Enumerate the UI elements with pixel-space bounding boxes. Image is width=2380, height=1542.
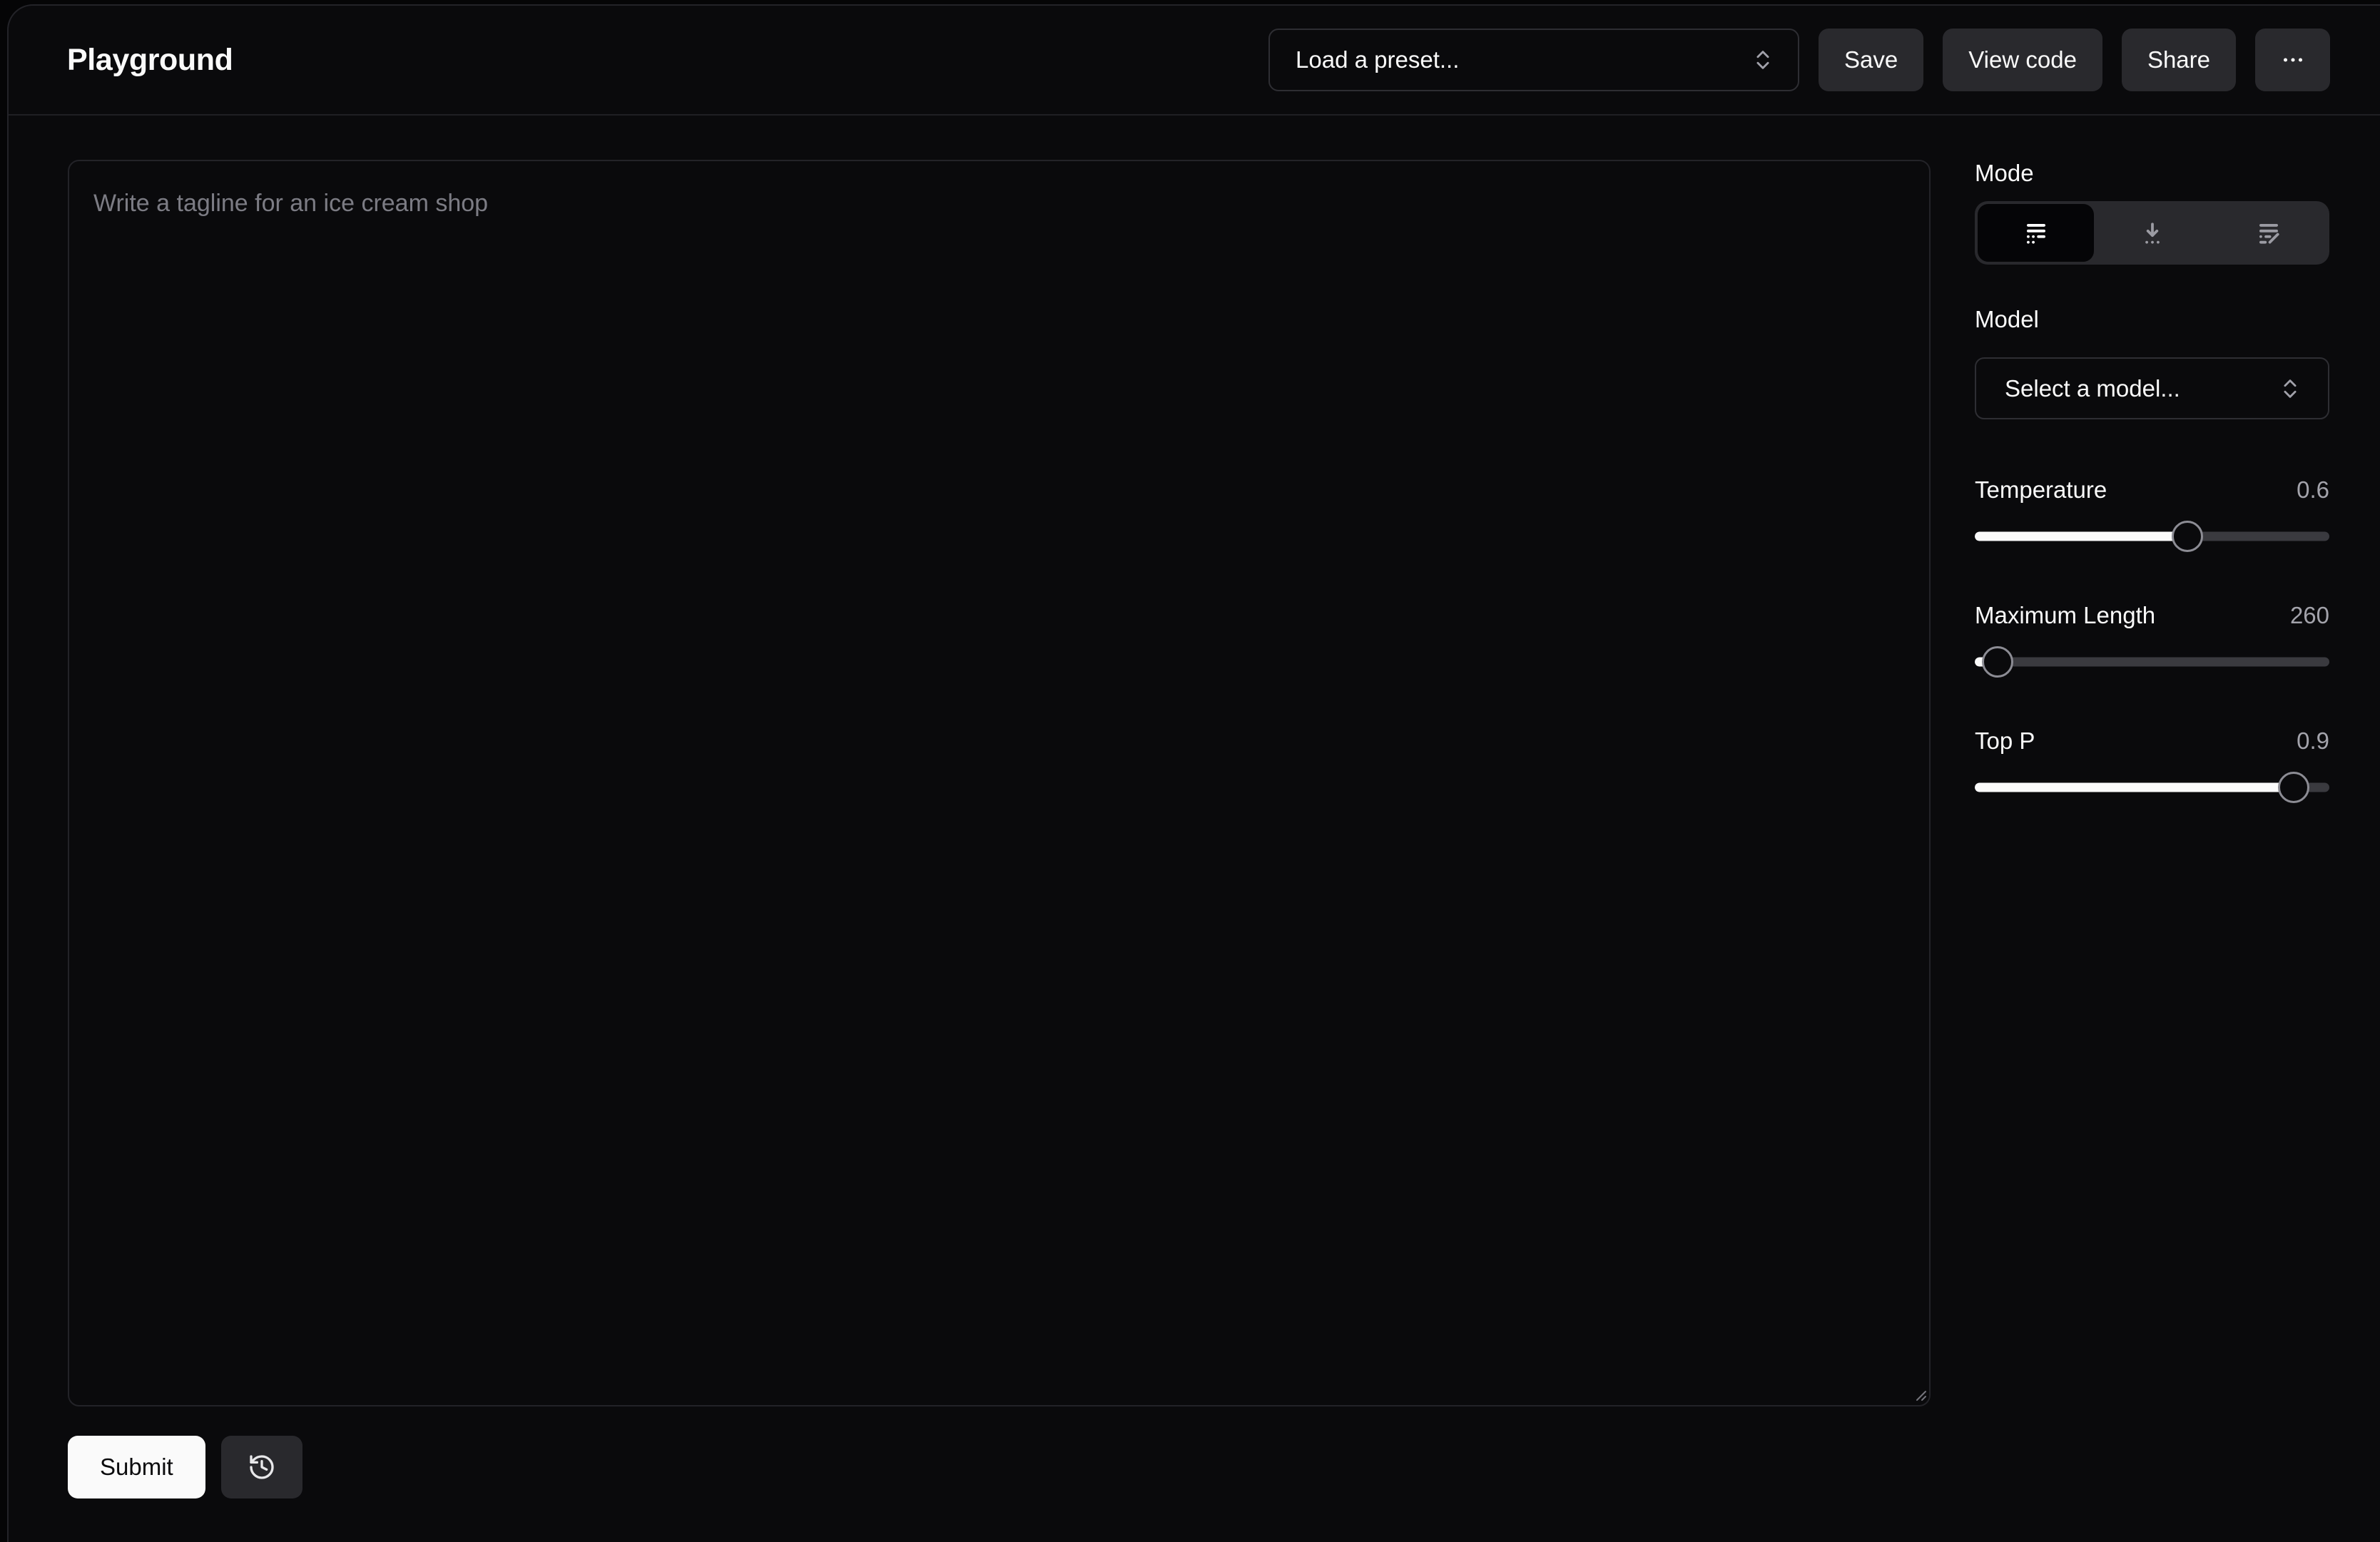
history-icon	[248, 1453, 276, 1481]
view-code-button[interactable]: View code	[1943, 29, 2102, 91]
more-options-button[interactable]	[2255, 29, 2330, 91]
submit-button[interactable]: Submit	[68, 1436, 205, 1498]
top-p-value: 0.9	[2297, 727, 2329, 755]
model-select[interactable]: Select a model...	[1975, 357, 2329, 419]
slider-track	[1975, 658, 2329, 667]
mode-complete-button[interactable]	[1978, 204, 2094, 262]
temperature-label: Temperature	[1975, 476, 2107, 504]
editor-footer: Submit	[68, 1436, 1931, 1498]
maximum-length-label: Maximum Length	[1975, 602, 2155, 629]
chevrons-up-down-icon	[1751, 48, 1775, 72]
mode-label: Mode	[1975, 160, 2329, 187]
text-edit-icon	[2255, 220, 2282, 247]
slider-fill	[1975, 532, 2187, 541]
top-p-setting: Top P 0.9	[1975, 727, 2329, 803]
header: Playground Load a preset... Save View co…	[9, 6, 2380, 116]
history-button[interactable]	[221, 1436, 302, 1498]
page-title: Playground	[67, 43, 233, 78]
top-p-label: Top P	[1975, 727, 2035, 755]
prompt-textarea[interactable]	[68, 160, 1931, 1406]
text-complete-icon	[2023, 220, 2050, 247]
slider-track	[1975, 532, 2329, 541]
maximum-length-setting: Maximum Length 260	[1975, 602, 2329, 678]
temperature-slider[interactable]	[1975, 521, 2329, 552]
slider-track	[1975, 783, 2329, 792]
maximum-length-slider-thumb[interactable]	[1982, 646, 2013, 678]
slider-head: Temperature 0.6	[1975, 476, 2329, 504]
temperature-slider-thumb[interactable]	[2172, 521, 2203, 552]
mode-toggle-group	[1975, 201, 2329, 265]
share-button[interactable]: Share	[2122, 29, 2236, 91]
editor-column: Submit	[68, 160, 1931, 1542]
ellipsis-icon	[2280, 47, 2306, 73]
save-button[interactable]: Save	[1819, 29, 1923, 91]
load-preset-value: Load a preset...	[1296, 46, 1459, 73]
slider-head: Maximum Length 260	[1975, 602, 2329, 629]
playground-panel: Playground Load a preset... Save View co…	[7, 4, 2380, 1542]
top-p-slider-thumb[interactable]	[2278, 772, 2309, 803]
arrow-insert-icon	[2139, 220, 2166, 247]
settings-sidebar: Mode Model	[1975, 160, 2329, 1542]
chevrons-up-down-icon	[2278, 377, 2302, 401]
mode-insert-button[interactable]	[2094, 204, 2210, 262]
load-preset-select[interactable]: Load a preset...	[1268, 29, 1799, 91]
model-select-value: Select a model...	[2005, 375, 2180, 402]
header-actions: Load a preset... Save View code Share	[1268, 29, 2330, 91]
top-p-slider[interactable]	[1975, 772, 2329, 803]
maximum-length-value: 260	[2290, 602, 2329, 629]
model-label: Model	[1975, 306, 2329, 333]
mode-edit-button[interactable]	[2210, 204, 2326, 262]
prompt-editor-wrap	[68, 160, 1931, 1406]
maximum-length-slider[interactable]	[1975, 646, 2329, 678]
slider-head: Top P 0.9	[1975, 727, 2329, 755]
content: Submit Mode	[9, 116, 2380, 1542]
slider-fill	[1975, 783, 2294, 792]
temperature-value: 0.6	[2297, 476, 2329, 504]
temperature-setting: Temperature 0.6	[1975, 476, 2329, 552]
